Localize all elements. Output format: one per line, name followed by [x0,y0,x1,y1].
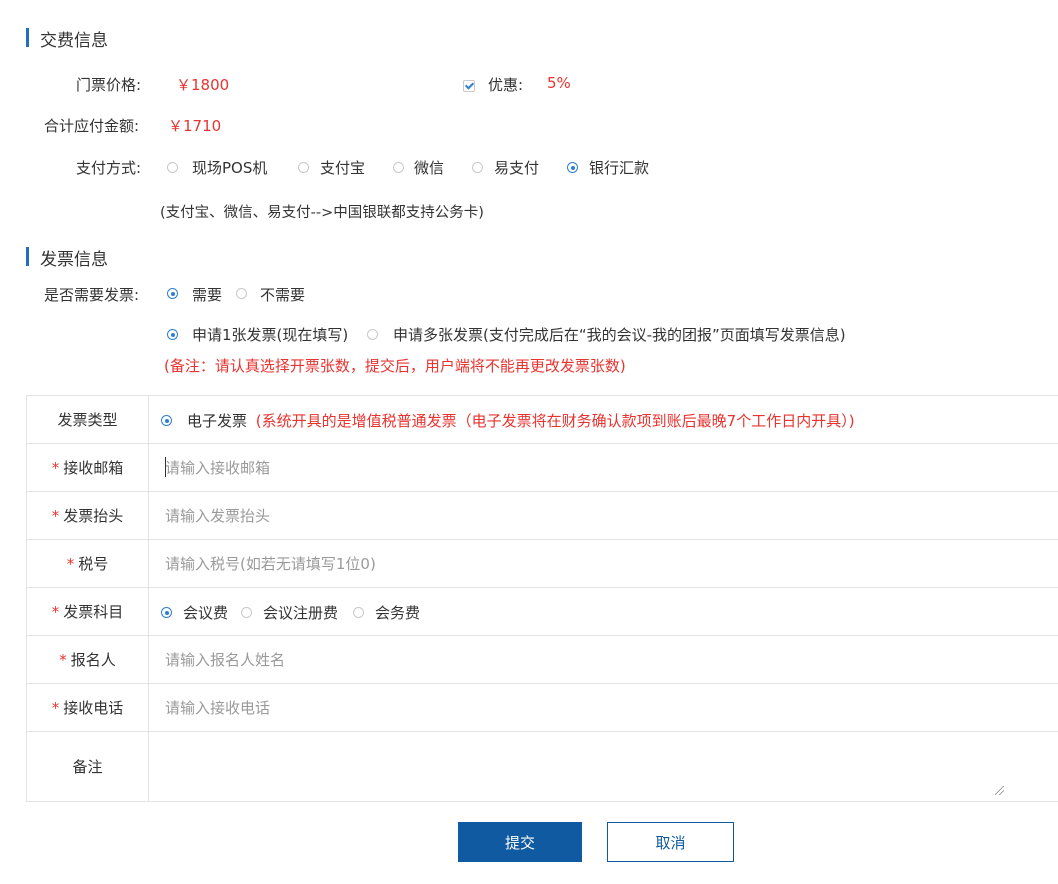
ticket-price-label: 门票价格: [76,76,142,94]
subject-radio-registration-fee[interactable] [241,607,252,618]
email-label: * 接收邮箱 [27,444,149,491]
remark-textarea[interactable] [165,738,1005,793]
payment-radio-wechat[interactable] [393,162,404,173]
need-invoice-radio-no[interactable] [236,288,247,299]
payment-method-label: 支付方式: [76,159,142,177]
section-marker [26,247,29,266]
required-mark: * [51,458,60,477]
required-mark: * [66,554,75,573]
payment-radio-bank-transfer[interactable] [567,162,578,173]
invoice-type-option-electronic[interactable]: 电子发票 [187,412,247,430]
payment-option-bank-transfer[interactable]: 银行汇款 [589,157,649,178]
discount-checkbox[interactable] [463,80,475,92]
table-row: * 发票抬头 [27,492,1058,540]
payment-option-wechat[interactable]: 微信 [414,157,444,178]
invoice-section-title: 发票信息 [40,250,108,270]
registrant-label: * 报名人 [27,636,149,683]
tax-id-label-text: 税号 [78,555,109,573]
payment-radio-epay[interactable] [472,162,483,173]
need-invoice-option-no[interactable]: 不需要 [260,284,305,305]
subject-option-conference-service-fee[interactable]: 会务费 [375,602,420,623]
invoice-type-label: 发票类型 [27,396,149,443]
payment-radio-alipay[interactable] [298,162,309,173]
invoice-type-label-text: 发票类型 [57,411,118,429]
fee-section-title: 交费信息 [40,31,108,51]
table-row: * 税号 [27,540,1058,588]
required-mark: * [51,602,60,621]
invoice-type-note: (系统开具的是增值税普通发票（电子发票将在财务确认款项到账后最晚7个工作日内开具… [255,412,855,430]
required-mark: * [51,698,60,717]
need-invoice-label: 是否需要发票: [44,286,140,304]
registrant-label-text: 报名人 [70,651,116,669]
payment-note: (支付宝、微信、易支付-->中国银联都支持公务卡) [160,205,484,221]
subject-radio-meeting-fee[interactable] [161,607,172,618]
need-invoice-radio-yes[interactable] [167,288,178,299]
required-mark: * [59,650,67,669]
tax-id-field[interactable] [165,540,1045,587]
remark-label: 备注 [27,732,149,801]
discount-value: 5% [547,74,571,92]
table-row: * 报名人 [27,636,1058,684]
table-row: * 接收邮箱 [27,444,1058,492]
email-label-text: 接收邮箱 [63,459,124,477]
subject-radio-conference-service-fee[interactable] [353,607,364,618]
invoice-title-label-text: 发票抬头 [63,507,124,525]
cancel-button[interactable]: 取消 [607,822,734,862]
invoice-subject-label-text: 发票科目 [63,603,124,621]
submit-button[interactable]: 提交 [458,822,582,862]
discount-label: 优惠: [488,76,524,94]
invoice-title-field[interactable] [165,492,1045,539]
tax-id-label: * 税号 [27,540,149,587]
payment-option-epay[interactable]: 易支付 [494,157,539,178]
payment-radio-pos[interactable] [167,162,178,173]
table-row: 发票类型 电子发票 (系统开具的是增值税普通发票（电子发票将在财务确认款项到账后… [27,396,1058,444]
ticket-price-value: ￥1800 [176,76,230,94]
invoice-type-radio-electronic[interactable] [161,415,172,426]
need-invoice-option-yes[interactable]: 需要 [192,284,222,305]
invoice-count-option-single[interactable]: 申请1张发票(现在填写) [192,324,348,345]
payment-option-alipay[interactable]: 支付宝 [320,157,365,178]
resize-handle-icon[interactable] [995,786,1004,795]
section-marker [26,28,29,47]
remark-label-text: 备注 [72,758,103,776]
invoice-count-radio-single[interactable] [167,329,178,340]
table-row: * 接收电话 [27,684,1058,732]
registrant-name-field[interactable] [165,636,1045,683]
invoice-title-label: * 发票抬头 [27,492,149,539]
phone-field[interactable] [165,684,1045,731]
total-label: 合计应付金额: [44,117,140,135]
payment-option-pos[interactable]: 现场POS机 [192,157,267,178]
invoice-count-radio-multiple[interactable] [367,329,378,340]
invoice-subject-label: * 发票科目 [27,588,149,635]
invoice-form-table: 发票类型 电子发票 (系统开具的是增值税普通发票（电子发票将在财务确认款项到账后… [26,395,1058,802]
invoice-count-option-multiple[interactable]: 申请多张发票(支付完成后在“我的会议-我的团报”页面填写发票信息) [393,324,846,345]
invoice-count-remark: (备注：请认真选择开票张数，提交后，用户端将不能再更改发票张数) [164,357,626,375]
required-mark: * [51,506,60,525]
table-row: 备注 [27,732,1058,801]
text-cursor [165,457,166,477]
subject-option-meeting-fee[interactable]: 会议费 [183,602,228,623]
phone-label-text: 接收电话 [63,699,124,717]
total-value: ￥1710 [168,117,222,135]
table-row: * 发票科目 会议费 会议注册费 会务费 [27,588,1058,636]
subject-option-registration-fee[interactable]: 会议注册费 [263,602,338,623]
invoice-type-row: 电子发票 (系统开具的是增值税普通发票（电子发票将在财务确认款项到账后最晚7个工… [187,410,855,431]
email-field[interactable] [165,444,1045,491]
phone-label: * 接收电话 [27,684,149,731]
